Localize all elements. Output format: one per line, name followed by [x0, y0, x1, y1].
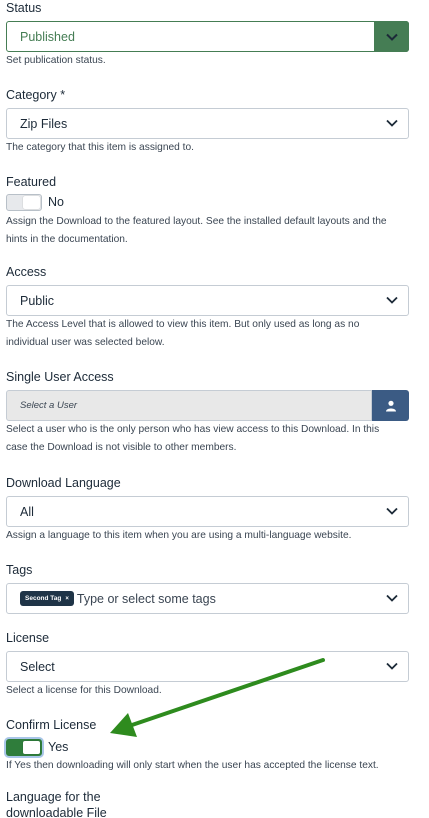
- status-dropdown-button[interactable]: [374, 21, 409, 52]
- tags-placeholder: Type or select some tags: [76, 591, 216, 606]
- confirm-license-toggle-value: Yes: [48, 740, 69, 754]
- license-description: Select a license for this Download.: [6, 685, 162, 696]
- single-user-input[interactable]: Select a User: [6, 390, 372, 421]
- single-user-placeholder: Select a User: [20, 400, 78, 411]
- chevron-down-icon: [386, 296, 398, 304]
- user-icon: [385, 400, 396, 411]
- category-value: Zip Files: [20, 116, 68, 131]
- download-language-description: Assign a language to this item when you …: [6, 530, 352, 541]
- license-value: Select: [20, 659, 55, 674]
- chevron-down-icon: [386, 594, 398, 602]
- license-label: License: [6, 631, 50, 645]
- featured-toggle-knob: [23, 195, 40, 209]
- status-label: Status: [6, 1, 42, 15]
- status-field: Status Published Set publication status.: [6, 0, 409, 70]
- access-description-line2: individual user was selected below.: [6, 337, 165, 348]
- access-select[interactable]: Public: [6, 285, 409, 316]
- featured-toggle[interactable]: [6, 193, 42, 211]
- access-description-line1: The Access Level that is allowed to view…: [6, 319, 360, 330]
- confirm-license-label: Confirm License: [6, 718, 97, 732]
- license-field: License Select Select a license for this…: [6, 630, 409, 700]
- access-value: Public: [20, 293, 55, 308]
- featured-toggle-row: No: [6, 192, 409, 212]
- tag-remove-icon[interactable]: ×: [65, 596, 69, 602]
- access-field: Access Public The Access Level that is a…: [6, 264, 409, 352]
- license-select[interactable]: Select: [6, 651, 409, 682]
- language-file-label-line2: downloadable File: [6, 806, 107, 818]
- chevron-down-icon: [386, 507, 398, 515]
- access-label: Access: [6, 265, 47, 279]
- download-language-label: Download Language: [6, 476, 121, 490]
- single-user-description-line2: case the Download is not visible to othe…: [6, 442, 237, 453]
- confirm-license-toggle-row: Yes: [6, 737, 409, 757]
- chevron-down-icon: [386, 119, 398, 127]
- confirm-license-description: If Yes then downloading will only start …: [6, 760, 379, 771]
- status-select[interactable]: Published: [6, 21, 409, 52]
- status-value: Published: [20, 29, 75, 44]
- single-user-label: Single User Access: [6, 370, 114, 384]
- featured-label: Featured: [6, 175, 57, 189]
- single-user-field: Single User Access Select a User Select …: [6, 369, 409, 457]
- tags-field: Tags Second Tag × Type or select some ta…: [6, 562, 409, 614]
- download-language-field: Download Language All Assign a language …: [6, 475, 409, 545]
- featured-field: Featured No Assign the Download to the f…: [6, 174, 409, 249]
- confirm-license-toggle[interactable]: [6, 738, 42, 756]
- confirm-license-field: Confirm License Yes If Yes then download…: [6, 717, 409, 775]
- language-file-label-line1: Language for the: [6, 790, 101, 804]
- confirm-license-toggle-knob: [23, 740, 40, 754]
- tag-chip[interactable]: Second Tag ×: [20, 591, 74, 606]
- language-file-field: Language for the downloadable File: [6, 789, 409, 818]
- category-select[interactable]: Zip Files: [6, 108, 409, 139]
- tag-chip-label: Second Tag: [25, 595, 62, 602]
- download-language-select[interactable]: All: [6, 496, 409, 527]
- status-description: Set publication status.: [6, 55, 106, 66]
- chevron-down-icon: [386, 662, 398, 670]
- category-label: Category *: [6, 88, 66, 102]
- featured-description-line1: Assign the Download to the featured layo…: [6, 216, 387, 227]
- featured-description-line2: hints in the documentation.: [6, 234, 128, 245]
- category-field: Category * Zip Files The category that t…: [6, 87, 409, 157]
- tags-input[interactable]: Second Tag × Type or select some tags: [6, 583, 409, 614]
- featured-toggle-value: No: [48, 195, 64, 209]
- category-description: The category that this item is assigned …: [6, 142, 194, 153]
- tags-label: Tags: [6, 563, 33, 577]
- download-language-value: All: [20, 504, 34, 519]
- chevron-down-icon: [385, 33, 398, 41]
- select-user-button[interactable]: [372, 390, 409, 421]
- single-user-description-line1: Select a user who is the only person who…: [6, 424, 380, 435]
